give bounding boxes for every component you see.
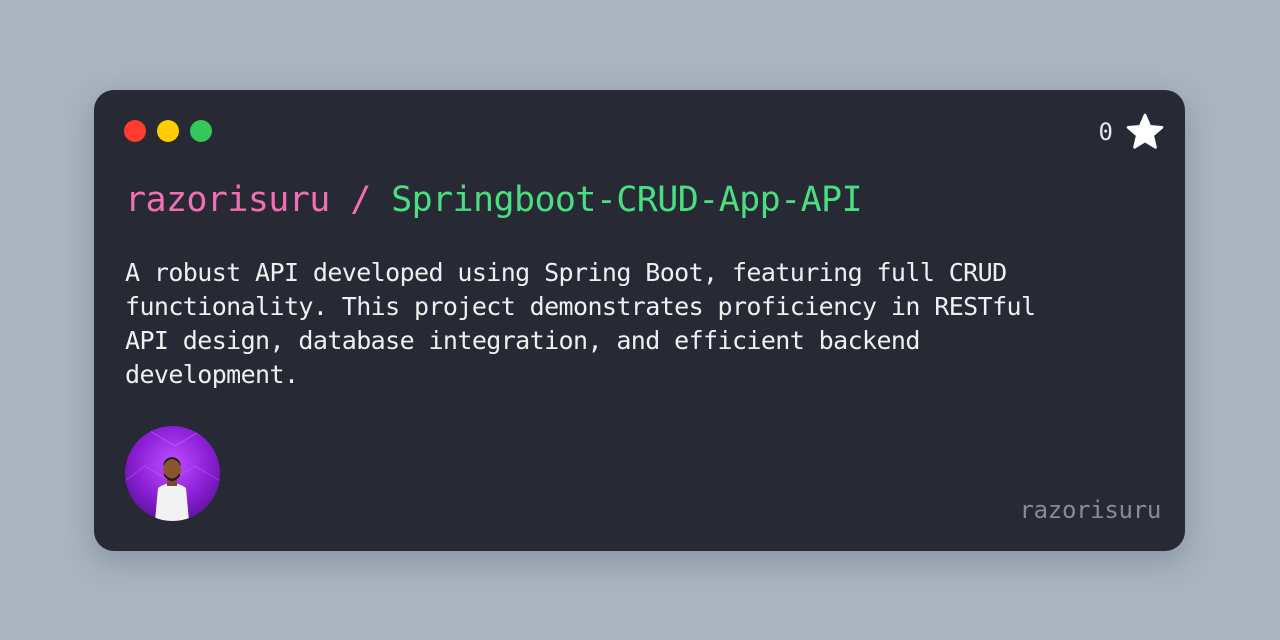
repo-owner[interactable]: razorisuru [125,180,330,220]
repo-title[interactable]: razorisuru / Springboot-CRUD-App-API [125,180,863,220]
close-dot[interactable] [124,120,146,142]
window-controls [124,120,212,142]
star-icon[interactable] [1125,112,1165,152]
star-counter[interactable]: 0 [1099,112,1165,152]
star-count: 0 [1098,118,1113,146]
repo-separator: / [329,180,392,220]
owner-username[interactable]: razorisuru [1020,496,1162,524]
repo-card: 0 razorisuru / Springboot-CRUD-App-API A… [94,90,1185,551]
minimize-dot[interactable] [157,120,179,142]
repo-description: A robust API developed using Spring Boot… [125,258,1036,389]
user-avatar[interactable] [125,426,220,521]
repo-name[interactable]: Springboot-CRUD-App-API [391,180,862,220]
zoom-dot[interactable] [190,120,212,142]
